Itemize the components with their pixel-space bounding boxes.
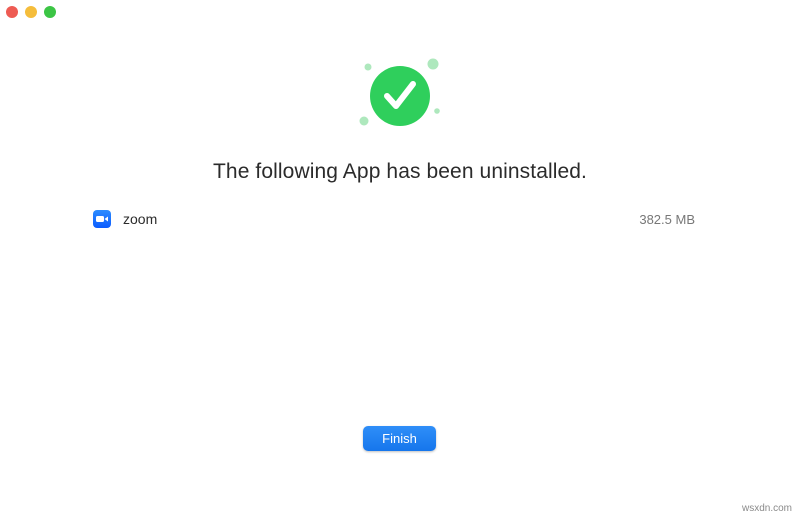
app-size: 382.5 MB <box>639 211 695 227</box>
app-name: zoom <box>123 211 158 227</box>
watermark: wsxdn.com <box>741 503 792 514</box>
zoom-app-icon <box>93 210 111 228</box>
close-window-button[interactable] <box>6 6 18 18</box>
zoom-window-button[interactable] <box>44 6 56 18</box>
minimize-window-button[interactable] <box>25 6 37 18</box>
finish-button[interactable]: Finish <box>363 426 436 451</box>
window-controls <box>6 6 56 18</box>
check-circle-icon <box>350 50 450 140</box>
uninstall-status-message: The following App has been uninstalled. <box>213 160 587 183</box>
uninstall-complete-window: The following App has been uninstalled. … <box>0 0 800 518</box>
app-list-item: zoom 382.5 MB <box>93 208 695 230</box>
